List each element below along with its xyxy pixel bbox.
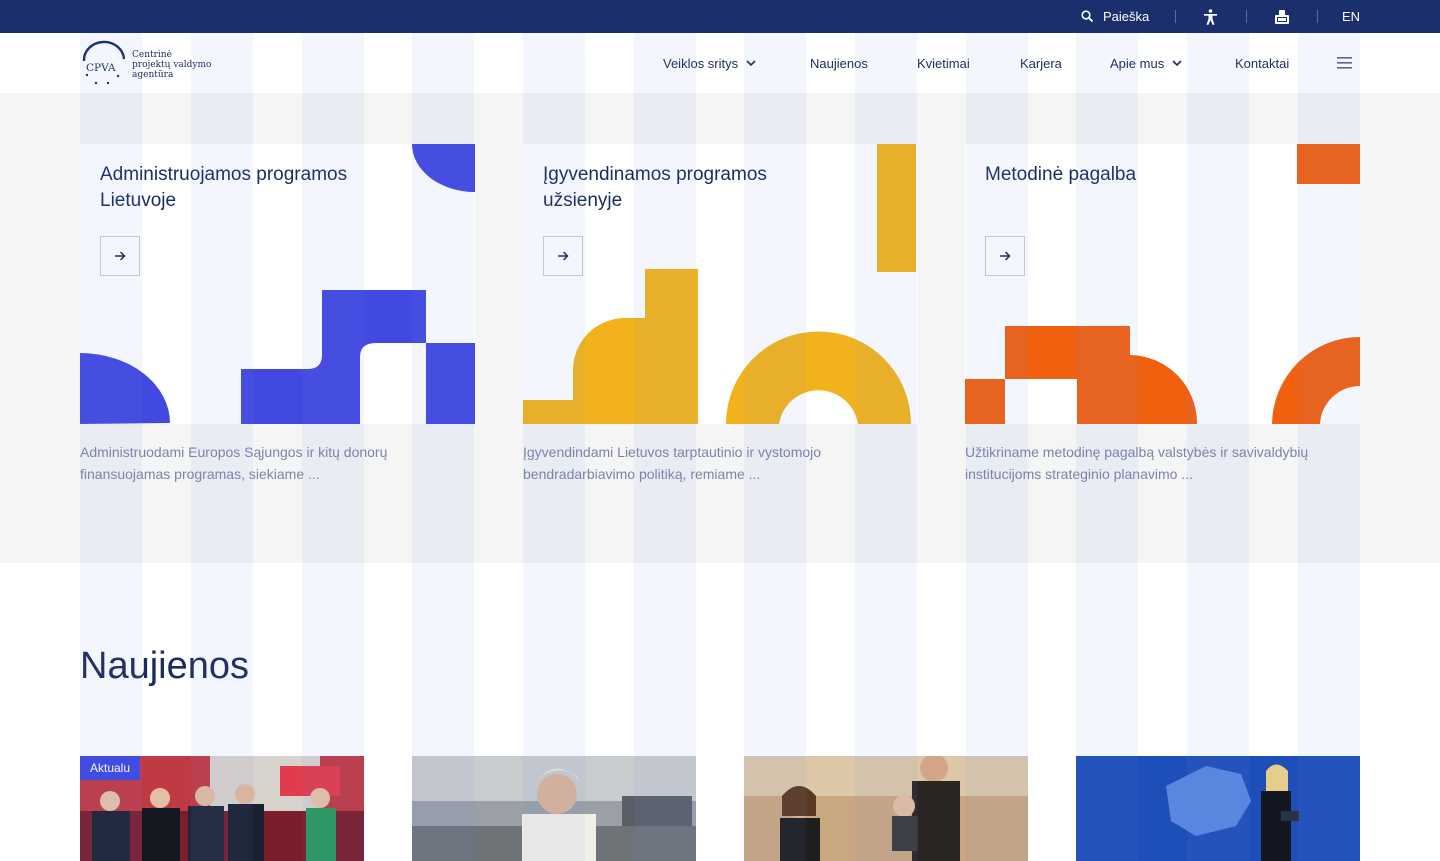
nav-label: Apie mus <box>1110 55 1165 71</box>
arrow-right-icon <box>115 251 126 261</box>
card-arrow-button[interactable] <box>985 236 1025 276</box>
logo-text: Centrinė projektų valdymo agentūra <box>132 50 212 80</box>
sign-language-icon <box>1275 9 1289 24</box>
search-link[interactable]: Paieška <box>1081 0 1149 33</box>
logo-abbr: CPVA <box>86 62 116 74</box>
card-description: Administruodami Europos Sąjungos ir kitų… <box>80 444 388 482</box>
divider <box>1175 10 1176 23</box>
logo-line: projektų valdymo <box>132 60 212 70</box>
main-header: CPVA Centrinė projektų valdymo agentūra … <box>0 33 1440 93</box>
menu-button[interactable] <box>1337 33 1352 93</box>
service-card-methodical[interactable]: Metodinė pagalba <box>965 144 1360 424</box>
chevron-down-icon <box>1172 59 1182 66</box>
family-outdoor-photo <box>744 756 1028 861</box>
card-description: Įgyvendindami Lietuvos tarptautinio ir v… <box>523 444 822 482</box>
top-bar: Paieška EN <box>0 0 1440 33</box>
news-heading: Naujienos <box>80 645 249 687</box>
nav-veiklos-sritys[interactable]: Veiklos sritys <box>663 33 756 93</box>
card-arrow-button[interactable] <box>543 236 583 276</box>
accessibility-button[interactable] <box>1203 0 1218 33</box>
nav-label: Naujienos <box>810 55 868 71</box>
language-switch[interactable]: EN <box>1342 0 1360 33</box>
search-label: Paieška <box>1103 9 1150 24</box>
card-title: Administruojamos programos Lietuvoje <box>100 164 348 211</box>
card-description: Užtikriname metodinę pagalbą valstybės i… <box>965 444 1309 482</box>
chevron-down-icon <box>746 59 756 66</box>
card-title: Metodinė pagalba <box>985 164 1137 185</box>
status-badge: Aktualu <box>80 756 141 780</box>
logo-mark: CPVA <box>82 40 126 85</box>
logo-line: Centrinė <box>132 50 172 60</box>
logo-line: agentūra <box>132 70 174 80</box>
nav-label: Kvietimai <box>917 55 970 71</box>
news-card[interactable]: Aktualu <box>80 756 364 861</box>
divider <box>1317 10 1318 23</box>
service-card-abroad[interactable]: Įgyvendinamos programos užsienyje <box>523 144 918 424</box>
nav-kontaktai[interactable]: Kontaktai <box>1235 33 1289 93</box>
nav-karjera[interactable]: Karjera <box>1020 33 1062 93</box>
logo[interactable]: CPVA Centrinė projektų valdymo agentūra <box>80 39 212 87</box>
search-icon <box>1081 10 1094 23</box>
arrow-right-icon <box>558 251 569 261</box>
nav-label: Veiklos sritys <box>663 55 739 71</box>
sign-language-button[interactable] <box>1274 0 1290 33</box>
hamburger-icon <box>1337 57 1352 69</box>
services-section: Administruojamos programos Lietuvoje Adm… <box>0 93 1440 563</box>
news-card[interactable] <box>412 756 696 861</box>
card-title: Įgyvendinamos programos užsienyje <box>543 164 767 211</box>
man-portrait-street-photo <box>412 756 696 861</box>
news-card[interactable] <box>744 756 1028 861</box>
divider <box>1246 10 1247 23</box>
service-card-lithuania[interactable]: Administruojamos programos Lietuvoje <box>80 144 475 424</box>
nav-naujienos[interactable]: Naujienos <box>810 33 868 93</box>
accessibility-icon <box>1204 8 1217 25</box>
nav-apie-mus[interactable]: Apie mus <box>1110 33 1182 93</box>
nav-kvietimai[interactable]: Kvietimai <box>917 33 970 93</box>
card-arrow-button[interactable] <box>100 236 140 276</box>
speaker-presentation-photo <box>1076 756 1360 861</box>
arrow-right-icon <box>1000 251 1011 261</box>
news-card[interactable] <box>1076 756 1360 861</box>
nav-label: Kontaktai <box>1235 55 1290 71</box>
nav-label: Karjera <box>1020 55 1062 71</box>
